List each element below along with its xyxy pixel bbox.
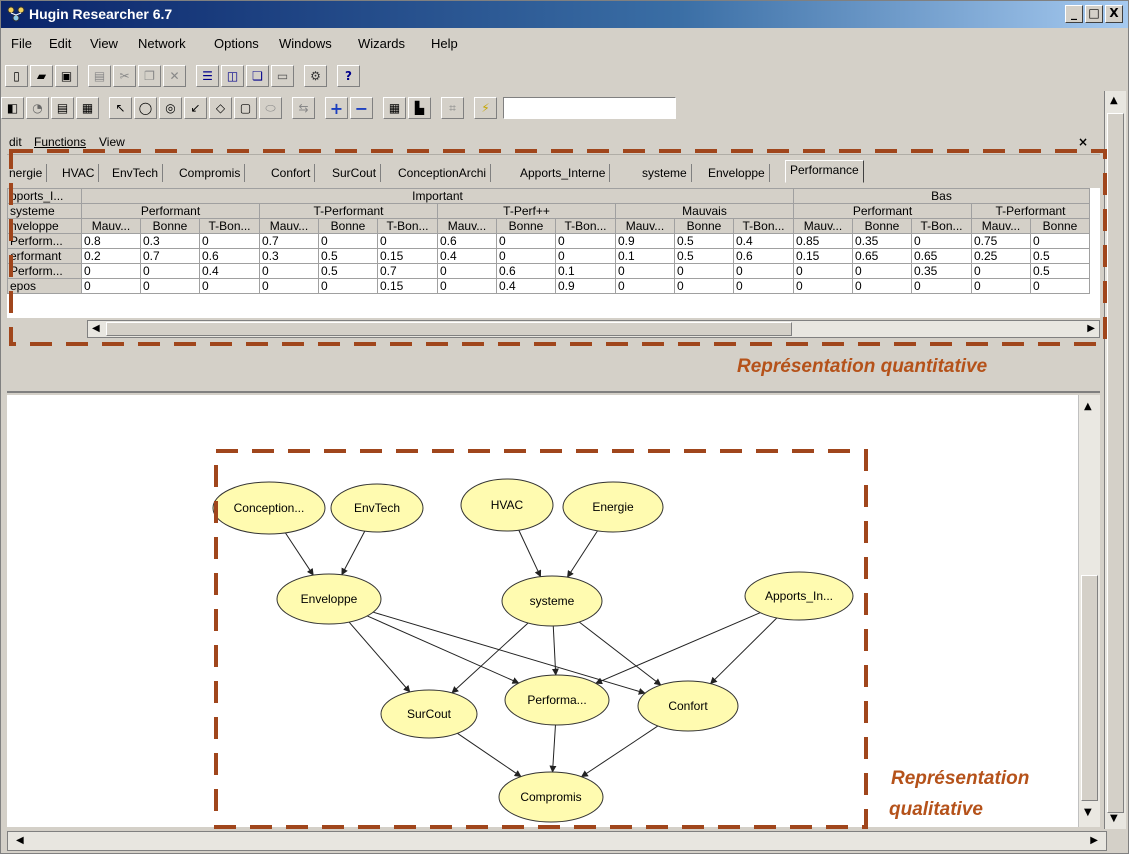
qualitative-label-line1: Représentation [891, 768, 1030, 789]
qualitative-frame [214, 449, 868, 829]
quantitative-label: Représentation quantitative [737, 356, 988, 377]
quantitative-frame [9, 149, 1107, 346]
app-window: Hugin Researcher 6.7 _ □ X File Edit Vie… [0, 0, 1129, 854]
qualitative-label-line2: qualitative [889, 799, 983, 820]
annotation-overlay [9, 149, 1107, 829]
